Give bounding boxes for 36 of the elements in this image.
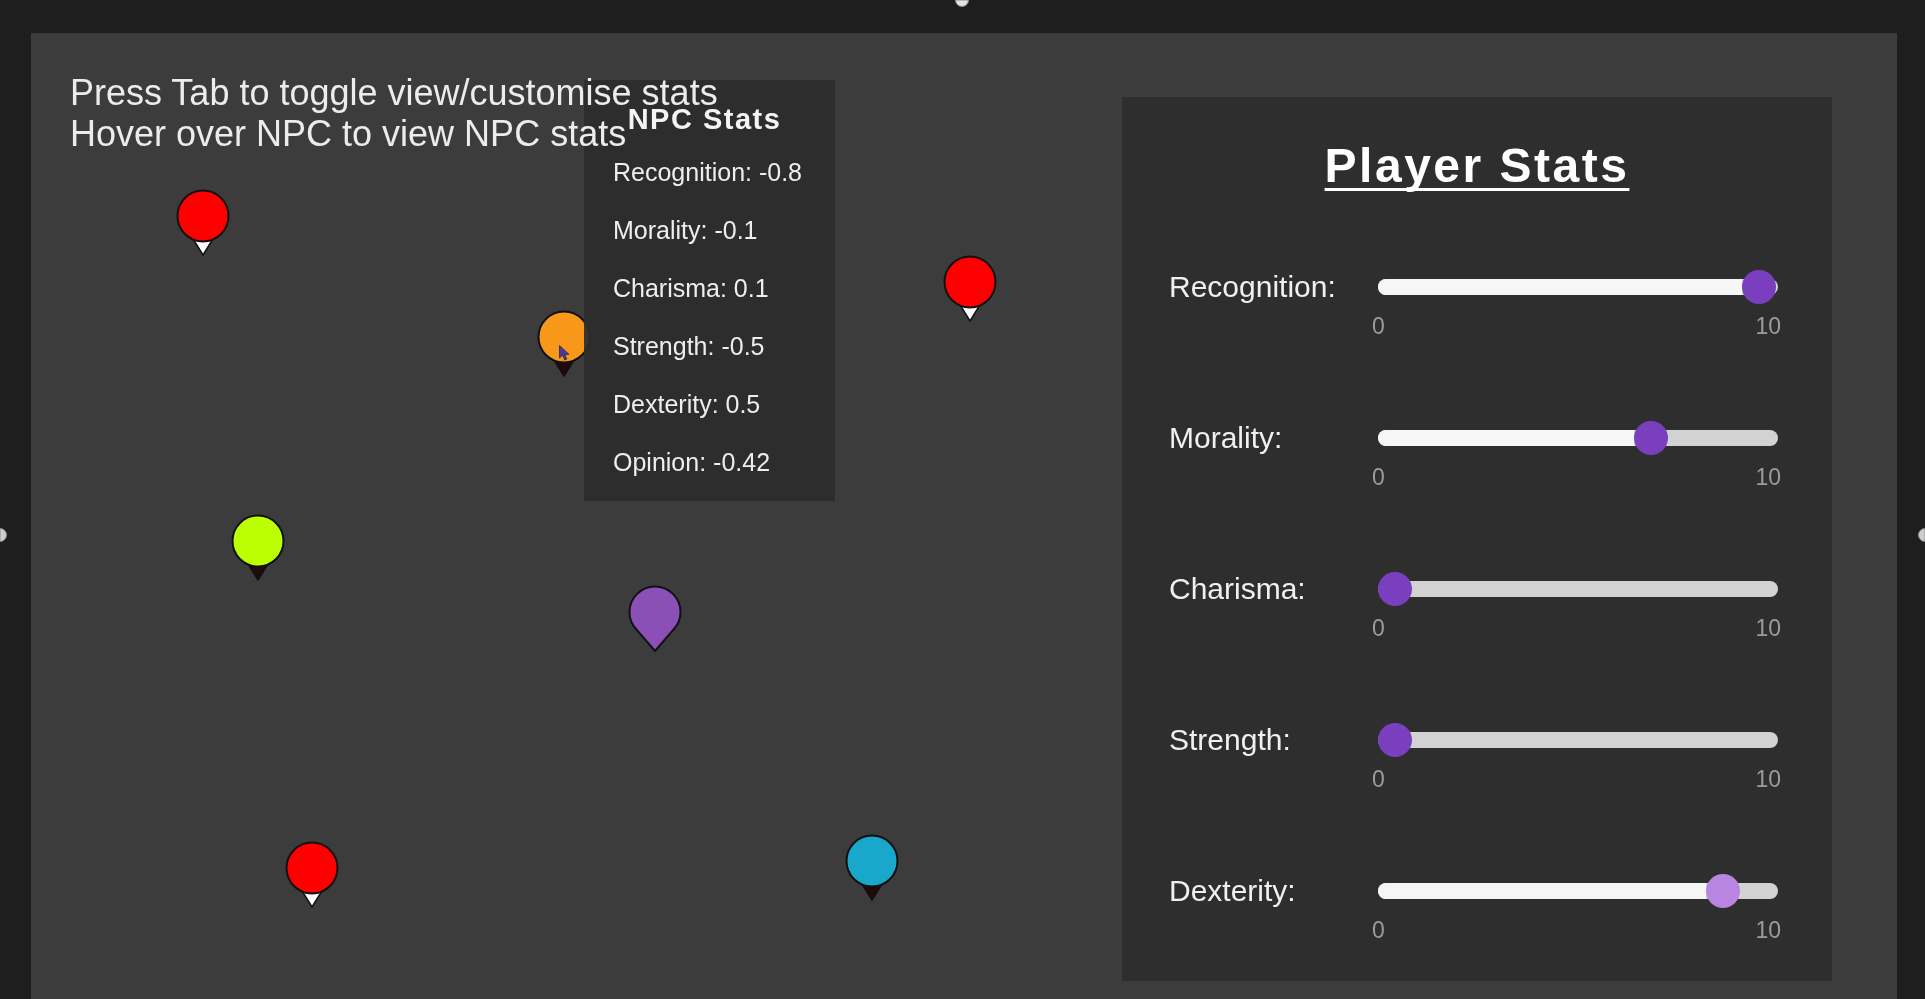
slider-max-label: 10 [1755, 464, 1781, 490]
slider-thumb[interactable] [1378, 572, 1412, 606]
stat-label: Strength: [1169, 723, 1292, 757]
slider-min-label: 0 [1372, 615, 1385, 641]
map-pin-icon[interactable] [176, 189, 230, 257]
instruction-text: Hover over NPC to view NPC stats [70, 113, 627, 154]
stat-label: Charisma: [1169, 572, 1307, 606]
handle-icon[interactable] [0, 528, 7, 542]
slider-min-label: 0 [1372, 917, 1385, 943]
slider-max-label: 10 [1755, 313, 1781, 339]
handle-icon[interactable] [955, 0, 969, 7]
slider-min-label: 0 [1372, 464, 1385, 490]
slider-max-label: 10 [1755, 766, 1781, 792]
slider-thumb[interactable] [1706, 874, 1740, 908]
slider-thumb[interactable] [1634, 421, 1668, 455]
npc-stat-text: Opinion: -0.42 [612, 447, 772, 478]
slider-thumb[interactable] [1378, 723, 1412, 757]
map-pin-icon[interactable] [943, 255, 997, 323]
npc-stat-text: Recognition: -0.8 [612, 157, 803, 188]
handle-icon[interactable] [1918, 528, 1925, 542]
player-stats-title: Player Stats [1324, 139, 1630, 192]
slider-max-label: 10 [1755, 917, 1781, 943]
map-pin-icon[interactable] [231, 514, 285, 582]
npc-stat-text: Charisma: 0.1 [612, 273, 770, 304]
slider-thumb[interactable] [1742, 270, 1776, 304]
stat-label: Morality: [1169, 421, 1284, 455]
npc-stat-text: Strength: -0.5 [612, 331, 766, 362]
stat-label: Dexterity: [1169, 874, 1297, 908]
npc-stat-text: Dexterity: 0.5 [612, 389, 762, 420]
stat-label: Recognition: [1169, 270, 1337, 304]
slider-min-label: 0 [1372, 313, 1385, 339]
slider-max-label: 10 [1755, 615, 1781, 641]
slider-min-label: 0 [1372, 766, 1385, 792]
map-pin-icon[interactable] [845, 834, 899, 902]
map-pin-icon[interactable] [285, 841, 339, 909]
npc-stat-text: Morality: -0.1 [612, 215, 759, 246]
